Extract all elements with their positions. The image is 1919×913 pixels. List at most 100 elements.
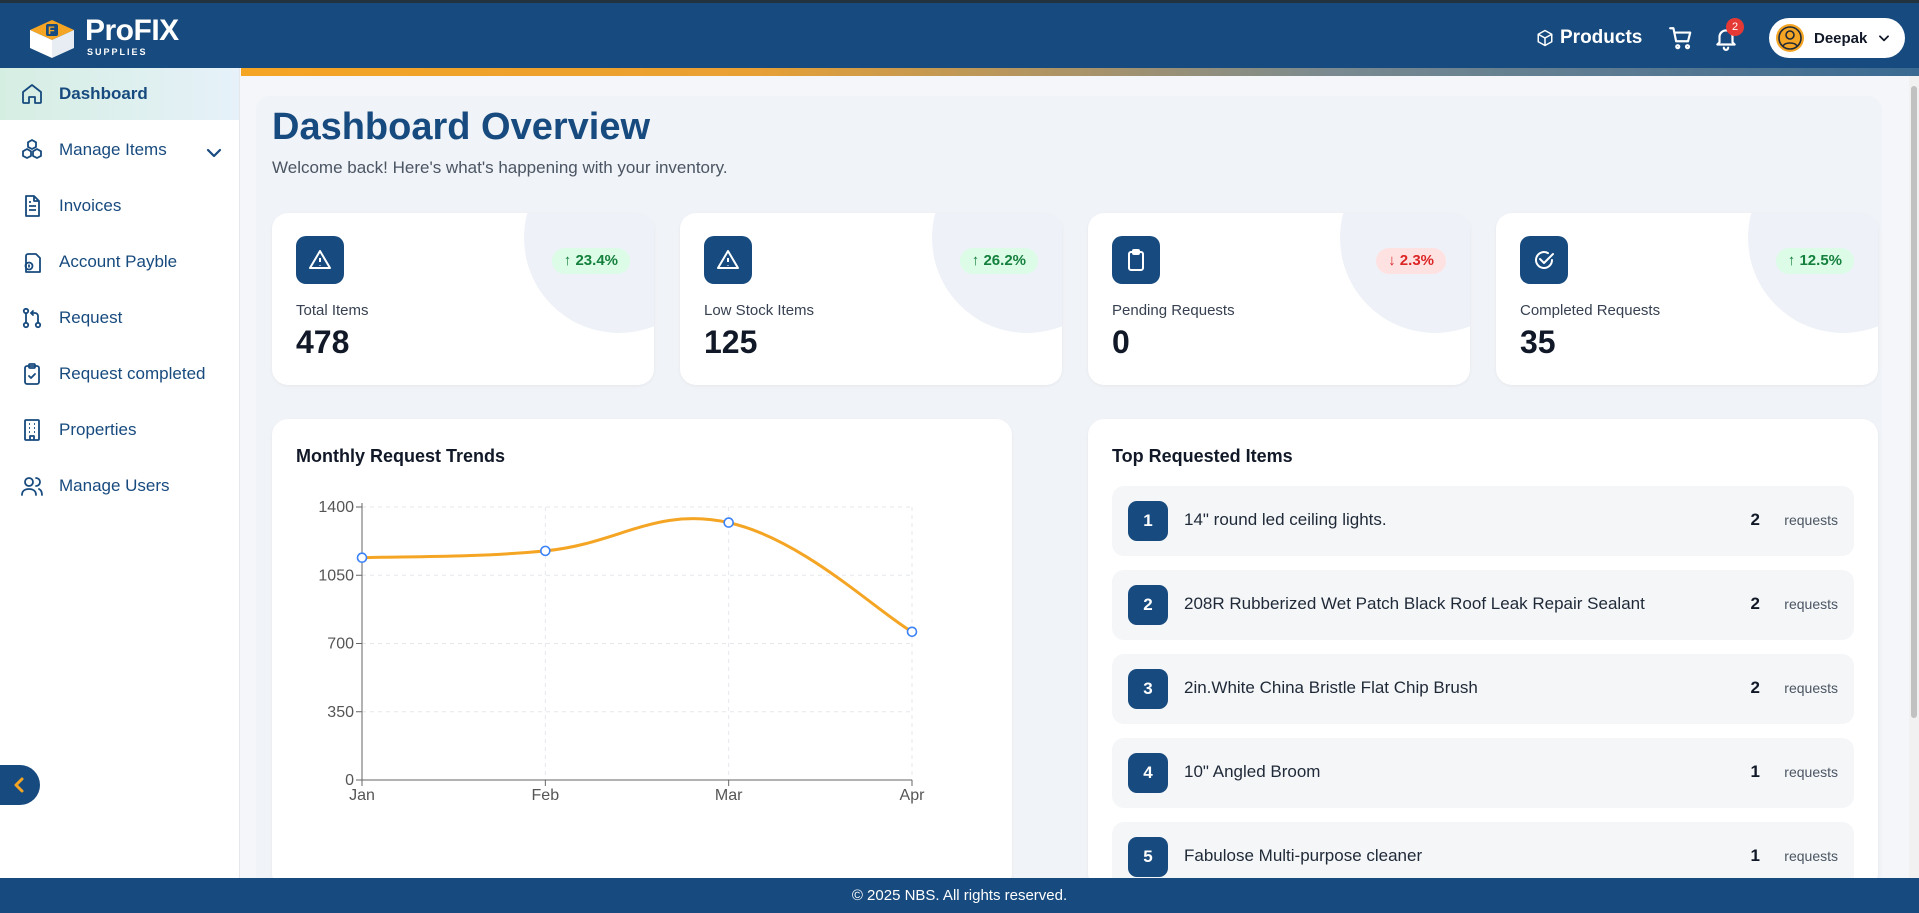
sidebar-item-manage-users[interactable]: Manage Users — [0, 460, 239, 512]
stat-icon-box — [704, 236, 752, 284]
footer: © 2025 NBS. All rights reserved. — [0, 878, 1919, 913]
rank-badge: 2 — [1128, 585, 1168, 625]
user-name: Deepak — [1814, 29, 1868, 47]
sidebar-item-label: Request completed — [59, 364, 206, 383]
stat-label: Total Items — [296, 302, 369, 319]
monthly-trends-card: Monthly Request Trends 0 350 700 1050 1400 Ja… — [272, 419, 1012, 878]
top-bar: F ProFIX SUPPLIES Products 2 Deepak — [0, 0, 1919, 68]
list-item[interactable]: 3 2in.White China Bristle Flat Chip Brus… — [1112, 654, 1854, 724]
clipboard-check-icon — [24, 363, 40, 385]
warning-icon — [717, 250, 739, 269]
stat-icon-box — [1112, 236, 1160, 284]
request-count: 1 — [1750, 762, 1760, 781]
stat-card-total-items: ↑ 23.4% Total Items 478 — [272, 213, 654, 385]
request-unit: requests — [1784, 512, 1838, 528]
card-title: Top Requested Items — [1112, 446, 1293, 466]
list-item[interactable]: 4 10" Angled Broom 1 requests — [1112, 738, 1854, 808]
data-point — [540, 545, 551, 557]
sidebar-item-label: Dashboard — [59, 84, 148, 103]
rank-badge: 3 — [1128, 669, 1168, 709]
y-tick-label: 350 — [327, 704, 354, 721]
stat-label: Completed Requests — [1520, 302, 1661, 319]
y-tick-label: 1050 — [318, 567, 354, 584]
sidebar: Dashboard Manage Items Invoices Account … — [0, 68, 240, 878]
stat-value: 35 — [1520, 324, 1556, 360]
document-icon — [25, 195, 40, 217]
sidebar-item-label: Invoices — [59, 196, 122, 215]
brand[interactable]: ProFIX SUPPLIES — [85, 14, 179, 58]
sidebar-item-request[interactable]: Request — [0, 292, 239, 344]
scrollbar-thumb[interactable] — [1911, 86, 1917, 718]
sidebar-item-label: Request — [59, 308, 123, 327]
header-accent-bar — [241, 68, 1919, 76]
stat-icon-box — [296, 236, 344, 284]
cart-icon[interactable] — [1668, 25, 1694, 51]
y-tick-label: 700 — [327, 636, 354, 653]
products-link[interactable]: Products — [1536, 25, 1642, 51]
stat-icon-box — [1520, 236, 1568, 284]
stat-label: Low Stock Items — [704, 302, 815, 319]
data-point — [906, 626, 918, 638]
list-item[interactable]: 2 208R Rubberized Wet Patch Black Roof L… — [1112, 570, 1854, 640]
x-tick-label: Mar — [715, 787, 743, 804]
stat-value: 0 — [1112, 324, 1130, 360]
stat-card-low-stock: ↑ 26.2% Low Stock Items 125 — [680, 213, 1062, 385]
products-label: Products — [1560, 27, 1643, 48]
cube-icon — [1537, 29, 1553, 47]
main-content: Dashboard Overview Welcome back! Here's … — [241, 76, 1909, 878]
building-icon — [24, 419, 40, 441]
clipboard-icon — [1128, 249, 1144, 271]
boxes-icon — [22, 139, 42, 159]
stat-value: 125 — [704, 324, 758, 360]
list-item[interactable]: 5 Fabulose Multi-purpose cleaner 1 reque… — [1112, 822, 1854, 878]
warning-icon — [309, 250, 331, 269]
chevron-down-icon — [1879, 35, 1890, 42]
chevron-left-icon — [14, 777, 24, 793]
stat-label: Pending Requests — [1112, 302, 1235, 319]
x-tick-label: Feb — [532, 787, 560, 804]
x-tick-label: Jan — [349, 787, 375, 804]
request-unit: requests — [1784, 848, 1838, 864]
chevron-down-icon — [206, 148, 222, 158]
home-icon — [22, 84, 42, 104]
trend-badge: ↓ 2.3% — [1376, 248, 1446, 274]
check-circle-icon — [1535, 251, 1554, 269]
page-scrollbar[interactable] — [1909, 76, 1919, 878]
stat-card-pending-requests: ↓ 2.3% Pending Requests 0 — [1088, 213, 1470, 385]
request-unit: requests — [1784, 596, 1838, 612]
request-count: 2 — [1750, 678, 1760, 697]
list-item[interactable]: 1 14" round led ceiling lights. 2 reques… — [1112, 486, 1854, 556]
trend-badge: ↑ 12.5% — [1775, 248, 1854, 274]
stat-value: 478 — [296, 324, 350, 360]
page-subtitle: Welcome back! Here's what's happening wi… — [272, 158, 728, 177]
sidebar-item-properties[interactable]: Properties — [0, 404, 239, 456]
trend-badge: ↑ 23.4% — [551, 248, 630, 274]
users-icon — [21, 477, 43, 496]
request-unit: requests — [1784, 680, 1838, 696]
page-title: Dashboard Overview — [272, 106, 651, 148]
sidebar-item-label: Properties — [59, 420, 137, 439]
sidebar-item-label: Manage Items — [59, 140, 167, 159]
item-name: 14" round led ceiling lights. — [1184, 510, 1387, 529]
sidebar-item-invoices[interactable]: Invoices — [0, 180, 239, 232]
logo-icon[interactable]: F — [26, 14, 78, 60]
payable-icon — [24, 253, 41, 273]
sidebar-item-dashboard[interactable]: Dashboard — [0, 68, 239, 120]
user-menu[interactable]: Deepak — [1769, 18, 1905, 58]
request-count: 1 — [1750, 846, 1760, 865]
git-pull-icon — [22, 307, 42, 329]
item-name: 10" Angled Broom — [1184, 762, 1321, 781]
sidebar-item-label: Manage Users — [59, 476, 170, 495]
sidebar-item-request-completed[interactable]: Request completed — [0, 348, 239, 400]
data-point — [723, 517, 734, 528]
item-name: 2in.White China Bristle Flat Chip Brush — [1184, 678, 1478, 697]
stat-card-completed-requests: ↑ 12.5% Completed Requests 35 — [1496, 213, 1878, 385]
sidebar-collapse-button[interactable] — [0, 765, 40, 805]
sidebar-item-manage-items[interactable]: Manage Items — [0, 124, 239, 176]
item-name: Fabulose Multi-purpose cleaner — [1184, 846, 1423, 865]
avatar-icon — [1776, 24, 1804, 52]
sidebar-item-account-payable[interactable]: Account Payble — [0, 236, 239, 288]
brand-name: ProFIX — [85, 14, 179, 47]
line-chart: 035070010501400Jan Feb Mar Apr — [318, 499, 925, 804]
request-count: 2 — [1750, 594, 1760, 613]
